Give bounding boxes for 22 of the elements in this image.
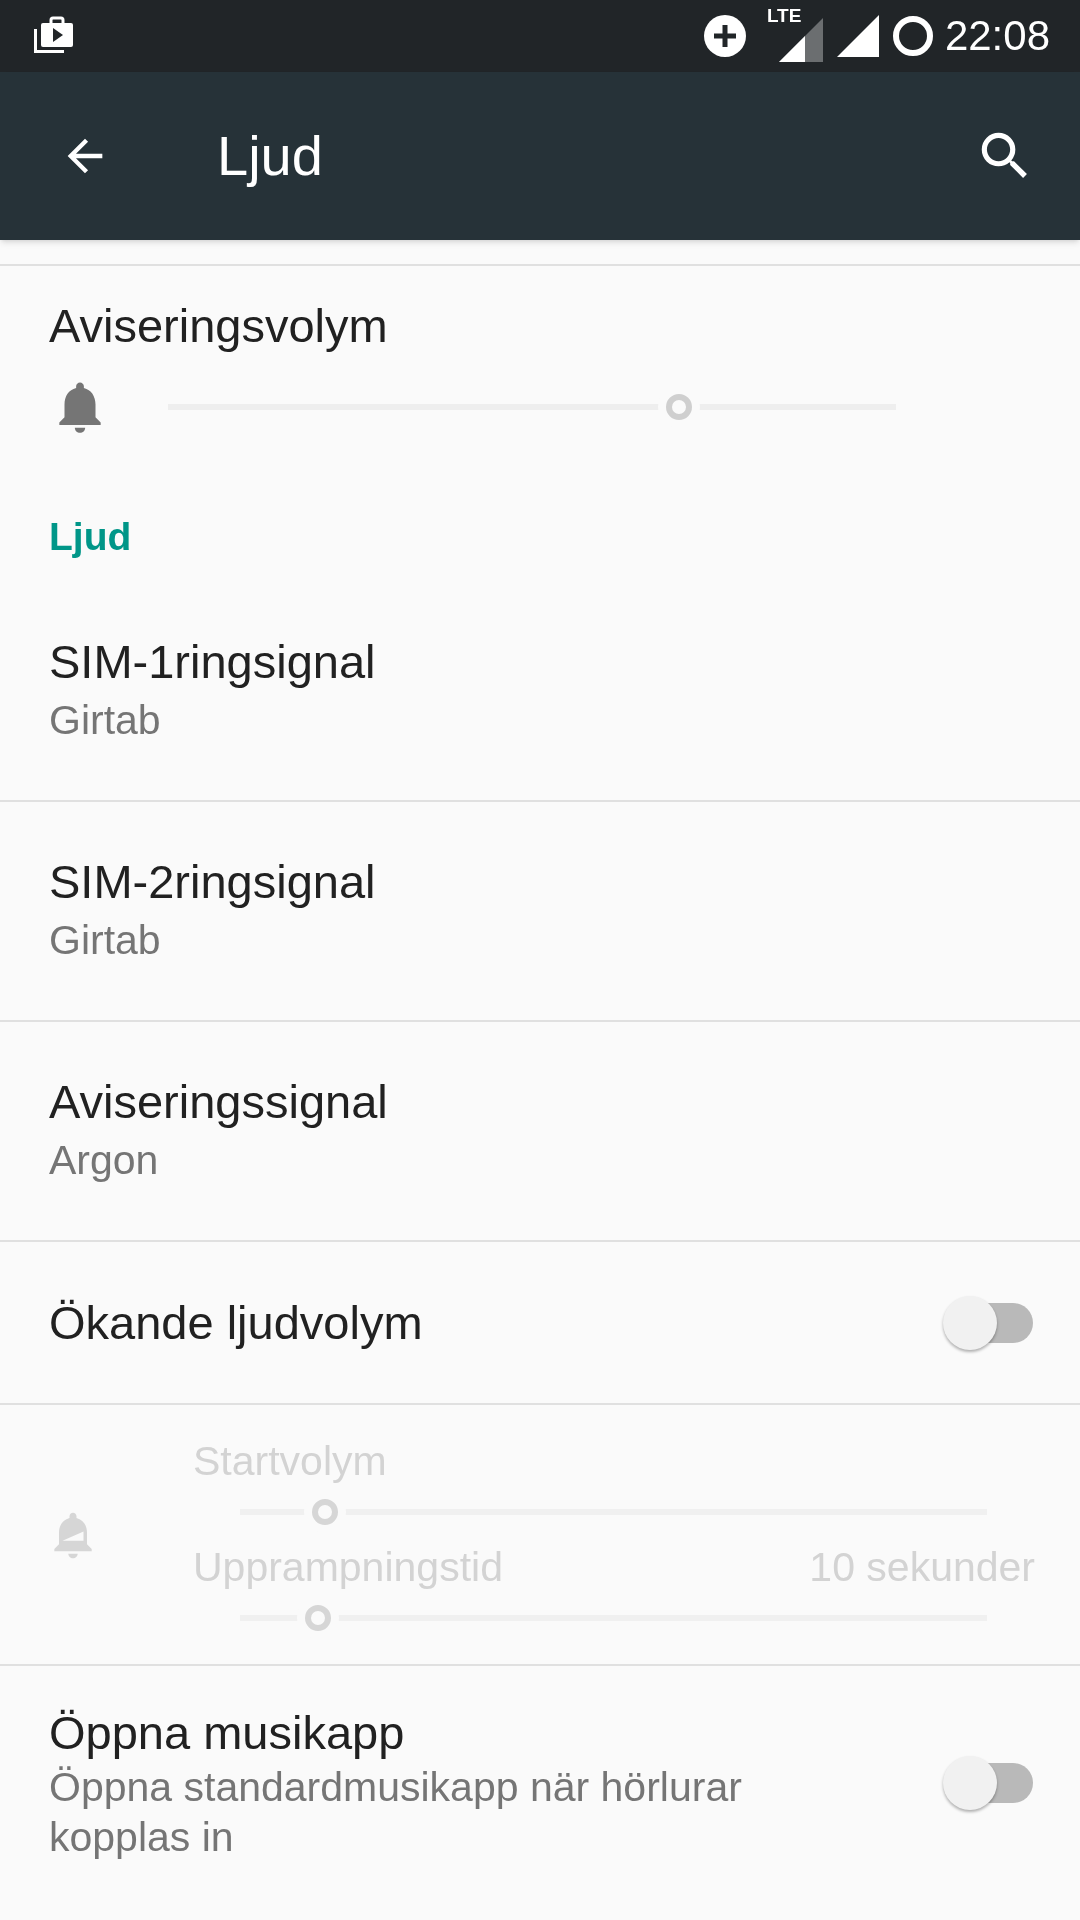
settings-item[interactable]: Aviseringssignal Argon xyxy=(0,1022,1080,1242)
item-subtitle: Girtab xyxy=(49,916,162,965)
item-subtitle: Argon xyxy=(49,1136,160,1185)
ring-icon xyxy=(890,14,935,58)
section-header: Ljud xyxy=(48,514,133,560)
settings-item[interactable]: SIM-1ringsignal Girtab xyxy=(0,582,1080,802)
item-subtitle: Öppna standardmusikapp när hörlurar kopplas in xyxy=(49,1763,743,1862)
signal-icon xyxy=(836,15,879,57)
item-title: SIM-2ringsignal xyxy=(49,854,377,910)
item-title: Aviseringssignal xyxy=(49,1074,389,1130)
settings-item[interactable]: SIM-2ringsignal Girtab xyxy=(0,802,1080,1022)
settings-item[interactable]: Öppna musikapp Öppna standardmusikapp när hörlurar kopplas in xyxy=(0,1666,1080,1920)
lte-label: LTE xyxy=(766,6,802,25)
toolbar-title: Ljud xyxy=(217,123,323,189)
item-title: Ökande ljudvolym xyxy=(49,1294,424,1351)
volume-title: Aviseringsvolym xyxy=(49,298,389,354)
item-title: SIM-1ringsignal xyxy=(49,634,377,690)
item-title: Öppna musikapp xyxy=(49,1705,406,1761)
item-subtitle: Girtab xyxy=(49,696,162,745)
plus-circle-icon xyxy=(702,14,747,58)
settings-item[interactable]: Ökande ljudvolym xyxy=(0,1242,1080,1405)
clock: 22:08 xyxy=(944,15,1050,57)
